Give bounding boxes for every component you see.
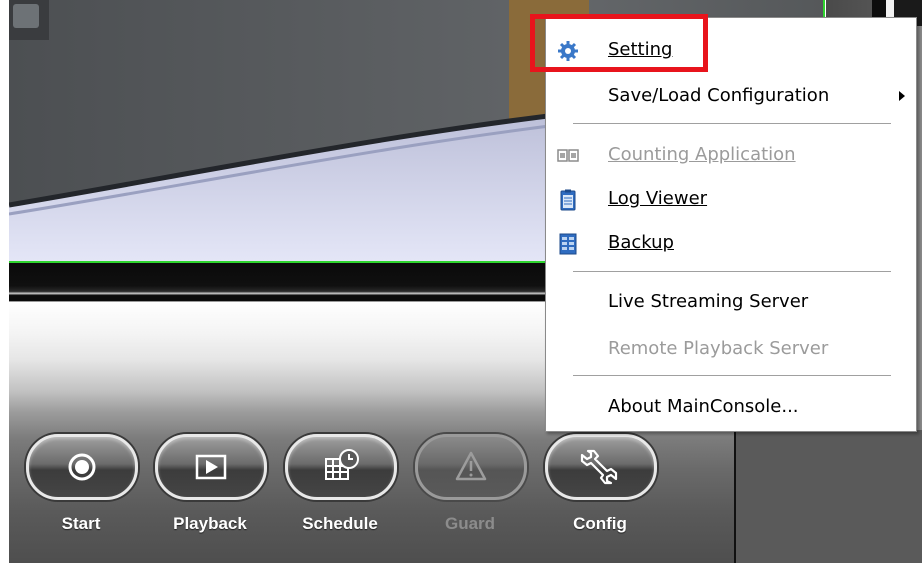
- main-console-window: Start Playback Schedule Guard Config Set…: [0, 0, 922, 563]
- start-label: Start: [61, 514, 101, 533]
- menu-separator: [573, 123, 891, 125]
- menu-item-about-mainconsole[interactable]: About MainConsole...: [546, 387, 916, 427]
- menu-item-save-load-configuration[interactable]: Save/Load Configuration: [546, 76, 916, 116]
- menu-separator: [573, 375, 891, 377]
- right-lower-panel: [734, 430, 922, 563]
- schedule-button[interactable]: Schedule: [279, 430, 401, 550]
- menu-item-live-streaming-server[interactable]: Live Streaming Server: [546, 282, 916, 322]
- guard-label: Guard: [444, 514, 496, 533]
- clipboard-icon: [560, 189, 576, 211]
- menu-item-remote-playback-server[interactable]: Remote Playback Server: [546, 329, 916, 369]
- menu-item-label: Save/Load Configuration: [608, 85, 830, 106]
- guard-button[interactable]: Guard: [409, 430, 531, 550]
- menu-item-label: Live Streaming Server: [608, 291, 809, 312]
- menu-item-label: Log Viewer: [608, 188, 708, 209]
- config-label: Config: [573, 514, 627, 533]
- start-button[interactable]: Start: [20, 430, 142, 550]
- playback-button[interactable]: Playback: [149, 430, 271, 550]
- play-icon: [195, 454, 227, 480]
- menu-item-counting-application[interactable]: Counting Application: [546, 135, 916, 175]
- setting-highlight-box: [530, 14, 708, 72]
- record-icon: [68, 453, 96, 481]
- config-button[interactable]: Config: [539, 430, 661, 550]
- counter-icon: [557, 149, 579, 162]
- menu-item-label: About MainConsole...: [608, 396, 799, 417]
- menu-item-label: Remote Playback Server: [608, 338, 829, 359]
- menu-separator: [573, 271, 891, 273]
- warning-icon: [455, 451, 487, 481]
- calendar-clock-icon: [325, 449, 359, 480]
- backup-icon: [559, 233, 577, 255]
- menu-item-label: Counting Application: [608, 144, 796, 165]
- submenu-arrow-icon: [899, 91, 905, 101]
- wrench-icon: [580, 449, 618, 485]
- config-context-menu: Setting Save/Load Configuration Counting…: [545, 17, 917, 432]
- playback-label: Playback: [173, 514, 247, 533]
- menu-item-backup[interactable]: Backup: [546, 223, 916, 263]
- menu-item-log-viewer[interactable]: Log Viewer: [546, 179, 916, 219]
- schedule-label: Schedule: [302, 514, 378, 533]
- menu-item-label: Backup: [608, 232, 674, 253]
